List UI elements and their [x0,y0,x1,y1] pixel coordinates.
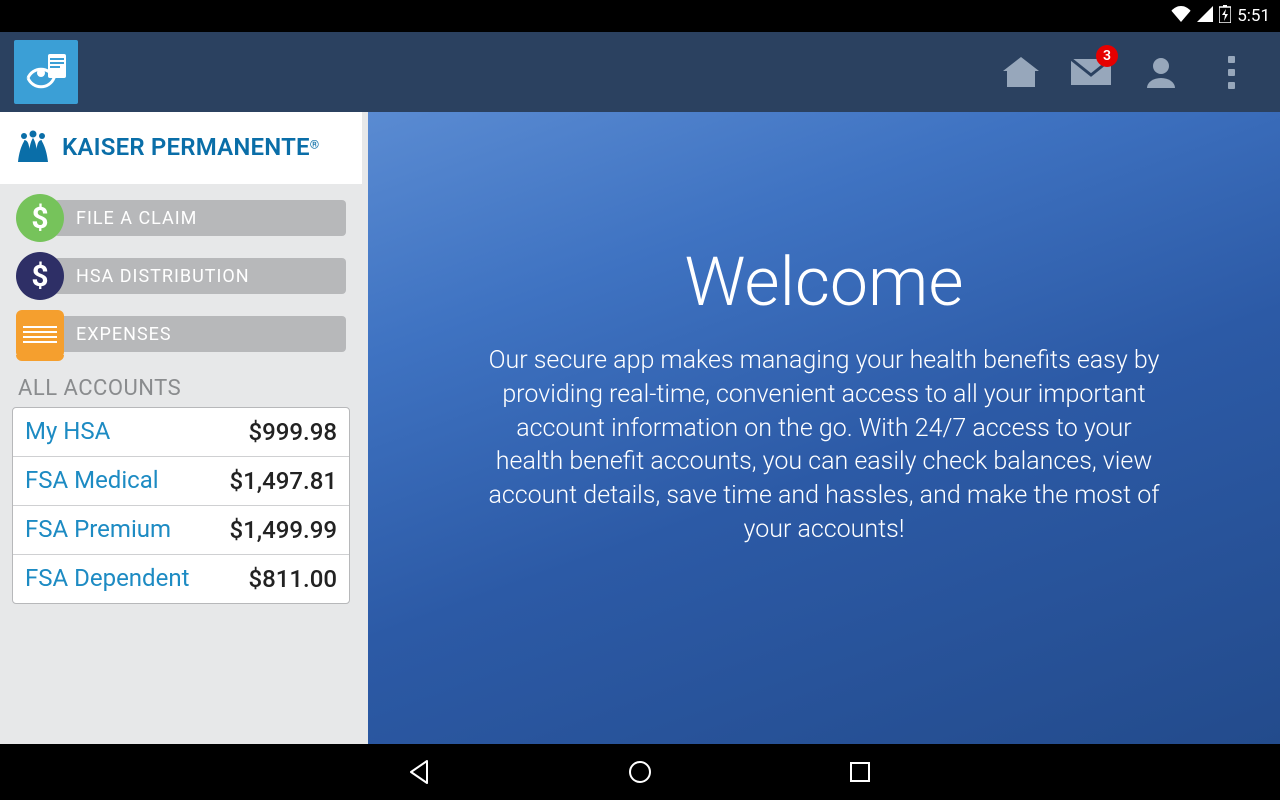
account-row[interactable]: FSA Dependent $811.00 [13,555,349,603]
file-claim-label: FILE A CLAIM [54,200,346,236]
account-row[interactable]: My HSA $999.98 [13,408,349,457]
brand-header: KAISER PERMANENTE® [0,112,362,184]
account-name: FSA Premium [25,516,221,544]
account-balance: $811.00 [248,565,337,593]
accounts-list: My HSA $999.98 FSA Medical $1,497.81 FSA… [12,407,350,604]
account-row[interactable]: FSA Medical $1,497.81 [13,457,349,506]
account-balance: $1,497.81 [229,467,337,495]
sidebar: KAISER PERMANENTE® $ FILE A CLAIM $ HSA … [0,112,362,744]
dollar-icon: $ [16,194,64,242]
hsa-distribution-button[interactable]: $ HSA DISTRIBUTION [16,252,346,300]
recent-apps-button[interactable] [845,757,875,787]
cell-signal-icon [1197,6,1213,27]
home-button-system[interactable] [625,757,655,787]
android-nav-bar [0,744,1280,800]
app-bar: 3 [0,32,1280,112]
welcome-title: Welcome [484,242,1164,322]
home-button[interactable] [986,47,1056,97]
expenses-button[interactable]: EXPENSES [16,310,346,358]
battery-charging-icon [1219,5,1231,28]
receipt-icon [16,310,64,358]
messages-badge: 3 [1096,45,1118,67]
brand-name: KAISER PERMANENTE [62,133,310,161]
more-vert-icon [1228,56,1235,89]
app-logo-icon[interactable] [14,40,78,104]
accounts-header: ALL ACCOUNTS [0,360,362,405]
account-name: My HSA [25,418,240,446]
account-name: FSA Medical [25,467,221,495]
main-content: Welcome Our secure app makes managing yo… [368,112,1280,744]
status-time: 5:51 [1237,6,1270,26]
expenses-label: EXPENSES [54,316,346,352]
account-balance: $999.98 [248,418,337,446]
account-balance: $1,499.99 [229,516,337,544]
kaiser-logo-icon [12,130,54,164]
android-status-bar: 5:51 [0,0,1280,32]
messages-button[interactable]: 3 [1056,47,1126,97]
file-claim-button[interactable]: $ FILE A CLAIM [16,194,346,242]
profile-button[interactable] [1126,47,1196,97]
back-button[interactable] [405,757,435,787]
account-row[interactable]: FSA Premium $1,499.99 [13,506,349,555]
brand-registered-mark: ® [310,138,319,152]
welcome-body-text: Our secure app makes managing your healt… [484,344,1164,547]
dollar-icon: $ [16,252,64,300]
overflow-menu-button[interactable] [1196,47,1266,97]
wifi-icon [1171,6,1191,27]
hsa-distribution-label: HSA DISTRIBUTION [54,258,346,294]
account-name: FSA Dependent [25,565,240,593]
